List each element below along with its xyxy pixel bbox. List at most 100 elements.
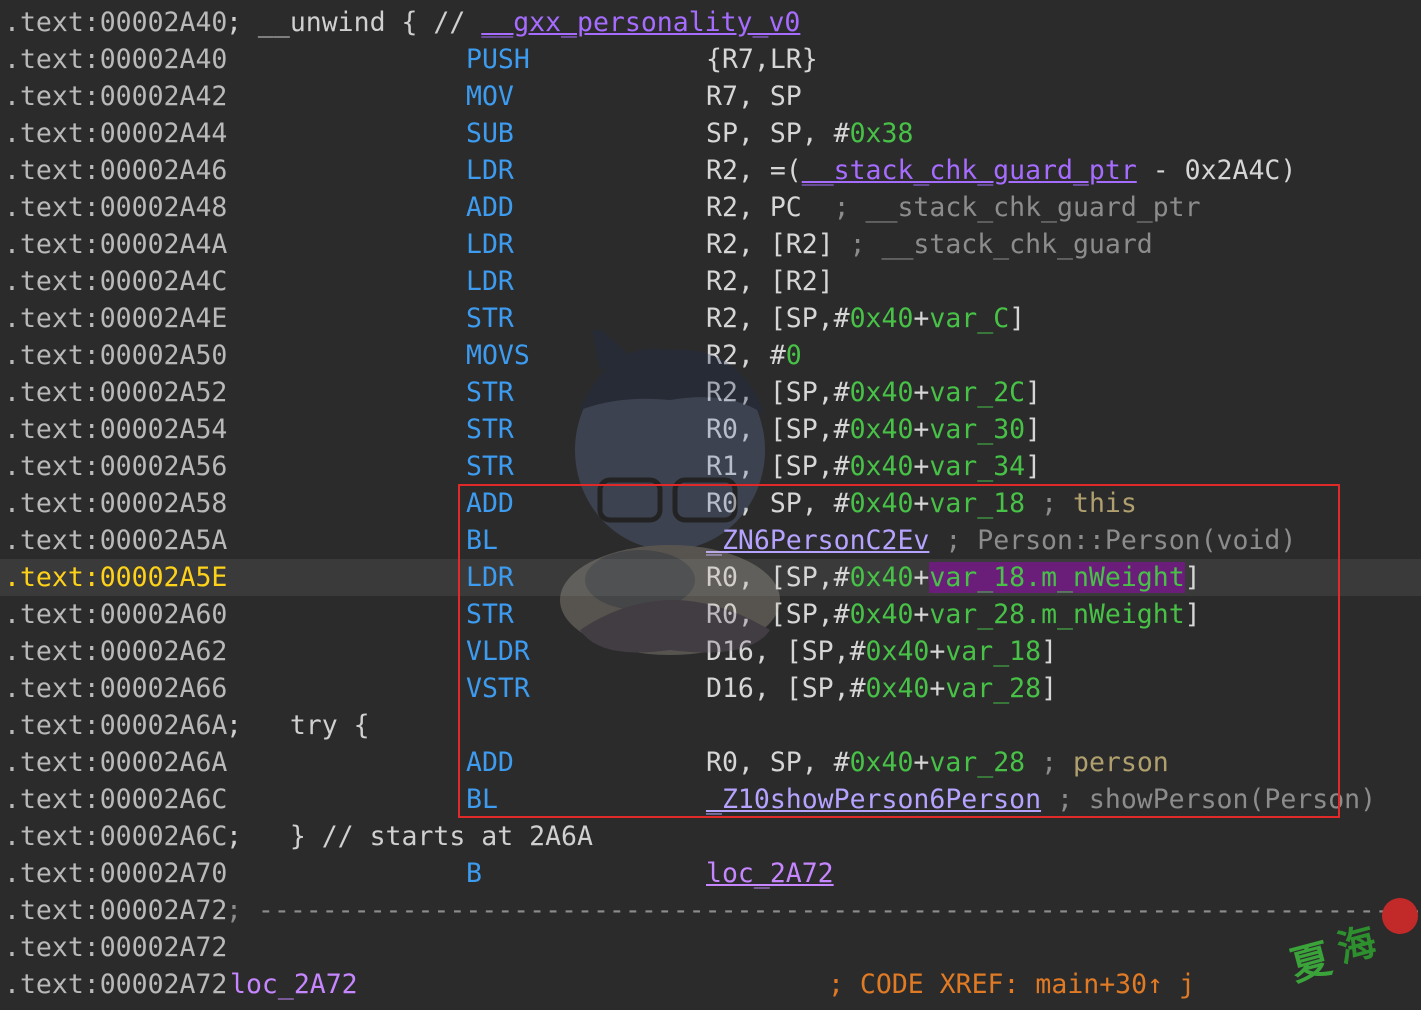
operand-token[interactable]: R7, SP [706,81,802,112]
instruction-operands[interactable]: R0, [SP,#0x40+var_28.m_nWeight] [706,596,1201,633]
address-label[interactable]: .text:00002A40 [4,4,227,41]
listing-line[interactable]: .text:00002A50 MOVS R2, #0 [0,337,1421,374]
listing-line[interactable]: .text:00002A58 ADD R0, SP, #0x40+var_18 ; … [0,485,1421,522]
instruction-operands[interactable]: R0, SP, #0x40+var_28 ; person [706,744,1169,781]
operand-token[interactable]: var_2C [929,377,1025,408]
operand-token[interactable]: 0x40 [850,377,914,408]
line-comment[interactable]: ; } // starts at 2A6A [226,818,593,855]
address-label[interactable]: .text:00002A58 [4,485,227,522]
listing-line[interactable]: .text:00002A72; ------------------------… [0,892,1421,929]
instruction-mnemonic[interactable]: MOVS [466,337,530,374]
address-label[interactable]: .text:00002A56 [4,448,227,485]
address-label[interactable]: .text:00002A72 [4,966,227,1003]
operand-token[interactable]: var_C [929,303,1009,334]
address-label[interactable]: .text:00002A6C [4,818,227,855]
address-label[interactable]: .text:00002A70 [4,855,227,892]
operand-token[interactable]: 0x38 [850,118,914,149]
operand-token[interactable]: R2, [R2] [706,266,834,297]
listing-line[interactable]: .text:00002A54 STR R0, [SP,#0x40+var_30] [0,411,1421,448]
address-label[interactable]: .text:00002A5A [4,522,227,559]
address-label[interactable]: .text:00002A40 [4,41,227,78]
operand-token[interactable]: {R7,LR} [706,44,818,75]
address-label[interactable]: .text:00002A4C [4,263,227,300]
operand-token[interactable]: + [913,451,929,482]
operand-token[interactable]: var_34 [929,451,1025,482]
listing-line[interactable]: .text:00002A56 STR R1, [SP,#0x40+var_34] [0,448,1421,485]
listing-line[interactable]: .text:00002A40; __unwind { // __gxx_pers… [0,4,1421,41]
instruction-operands[interactable]: _Z10showPerson6Person ; showPerson(Perso… [706,781,1376,818]
listing-line[interactable]: .text:00002A62 VLDR D16, [SP,#0x40+var_18] [0,633,1421,670]
instruction-operands[interactable]: _ZN6PersonC2Ev ; Person::Person(void) [706,522,1296,559]
operand-token[interactable]: R2, [SP,# [706,303,850,334]
operand-token[interactable]: var_18 [945,636,1041,667]
instruction-mnemonic[interactable]: LDR [466,152,514,189]
listing-line[interactable]: .text:00002A72 [0,929,1421,966]
instruction-mnemonic[interactable]: STR [466,448,514,485]
instruction-mnemonic[interactable]: SUB [466,115,514,152]
operand-token[interactable]: loc_2A72 [706,858,834,889]
instruction-mnemonic[interactable]: LDR [466,263,514,300]
listing-line[interactable]: .text:00002A4C LDR R2, [R2] [0,263,1421,300]
address-label[interactable]: .text:00002A42 [4,78,227,115]
instruction-mnemonic[interactable]: PUSH [466,41,530,78]
address-label[interactable]: .text:00002A4E [4,300,227,337]
instruction-operands[interactable]: SP, SP, #0x38 [706,115,913,152]
address-label[interactable]: .text:00002A4A [4,226,227,263]
address-label[interactable]: .text:00002A6C [4,781,227,818]
listing-line[interactable]: .text:00002A70 Bloc_2A72 [0,855,1421,892]
listing-line[interactable]: .text:00002A5E LDR R0, [SP,#0x40+var_18.m_… [0,559,1421,596]
operand-token[interactable]: 0 [786,340,802,371]
operand-token[interactable]: var_28 [945,673,1041,704]
operand-token[interactable]: 0x40 [850,488,914,519]
instruction-mnemonic[interactable]: ADD [466,744,514,781]
operand-token[interactable]: ] [1025,414,1041,445]
listing-line[interactable]: .text:00002A46 LDR R2, =(__stack_chk_guard… [0,152,1421,189]
instruction-mnemonic[interactable]: LDR [466,559,514,596]
instruction-operands[interactable]: loc_2A72 [706,855,834,892]
address-label[interactable]: .text:00002A52 [4,374,227,411]
operand-token[interactable]: ] [1185,599,1201,630]
operand-token[interactable]: ; __stack_chk_guard [850,229,1153,260]
operand-token[interactable]: 0x40 [850,747,914,778]
address-label[interactable]: .text:00002A54 [4,411,227,448]
operand-token[interactable]: ; showPerson(Person) [1041,784,1376,815]
operand-token[interactable]: var_28 [929,747,1025,778]
address-label[interactable]: .text:00002A46 [4,152,227,189]
listing-line[interactable]: .text:00002A4A LDR R2, [R2] ; __stack_chk_… [0,226,1421,263]
operand-token[interactable]: _ZN6PersonC2Ev [706,525,929,556]
operand-token[interactable]: 0x40 [866,673,930,704]
instruction-mnemonic[interactable]: LDR [466,226,514,263]
operand-token[interactable]: ] [1041,636,1057,667]
operand-token[interactable]: R2, [R2] [706,229,850,260]
instruction-operands[interactable]: R0, [SP,#0x40+var_18.m_nWeight] [706,559,1201,596]
operand-token[interactable]: D16, [SP,# [706,673,866,704]
operand-token[interactable]: ] [1025,451,1041,482]
operand-token[interactable]: + [913,488,929,519]
address-label[interactable]: .text:00002A72 [4,929,227,966]
line-comment[interactable]: ; try { [226,707,370,744]
operand-token[interactable]: R0, [SP,# [706,599,850,630]
operand-token[interactable]: + [913,747,929,778]
operand-token[interactable]: 0x40 [850,303,914,334]
address-label[interactable]: .text:00002A5E [4,559,227,596]
operand-token[interactable]: ; [1025,747,1073,778]
operand-token[interactable]: ; [1025,488,1073,519]
operand-token[interactable]: + [929,673,945,704]
operand-token[interactable]: 0x40 [850,562,914,593]
operand-token[interactable]: ; Person::Person(void) [929,525,1296,556]
listing-line[interactable]: .text:00002A42 MOV R7, SP [0,78,1421,115]
instruction-mnemonic[interactable]: STR [466,596,514,633]
address-label[interactable]: .text:00002A6A [4,707,227,744]
instruction-operands[interactable]: R0, [SP,#0x40+var_30] [706,411,1041,448]
listing-line[interactable]: .text:00002A40 PUSH {R7,LR} [0,41,1421,78]
xref-comment[interactable]: ; CODE XREF: main+30↑ j [828,966,1195,1003]
address-label[interactable]: .text:00002A60 [4,596,227,633]
operand-token[interactable]: var_28.m_nWeight [929,599,1184,630]
listing-line[interactable]: .text:00002A44 SUB SP, SP, #0x38 [0,115,1421,152]
operand-token[interactable]: ; __stack_chk_guard_ptr [834,192,1201,223]
operand-token[interactable]: var_18 [929,488,1025,519]
address-label[interactable]: .text:00002A72 [4,892,227,929]
operand-token[interactable]: - 0x2A4C) [1137,155,1297,186]
instruction-operands[interactable]: D16, [SP,#0x40+var_18] [706,633,1057,670]
listing-line[interactable]: .text:00002A6A; try { [0,707,1421,744]
